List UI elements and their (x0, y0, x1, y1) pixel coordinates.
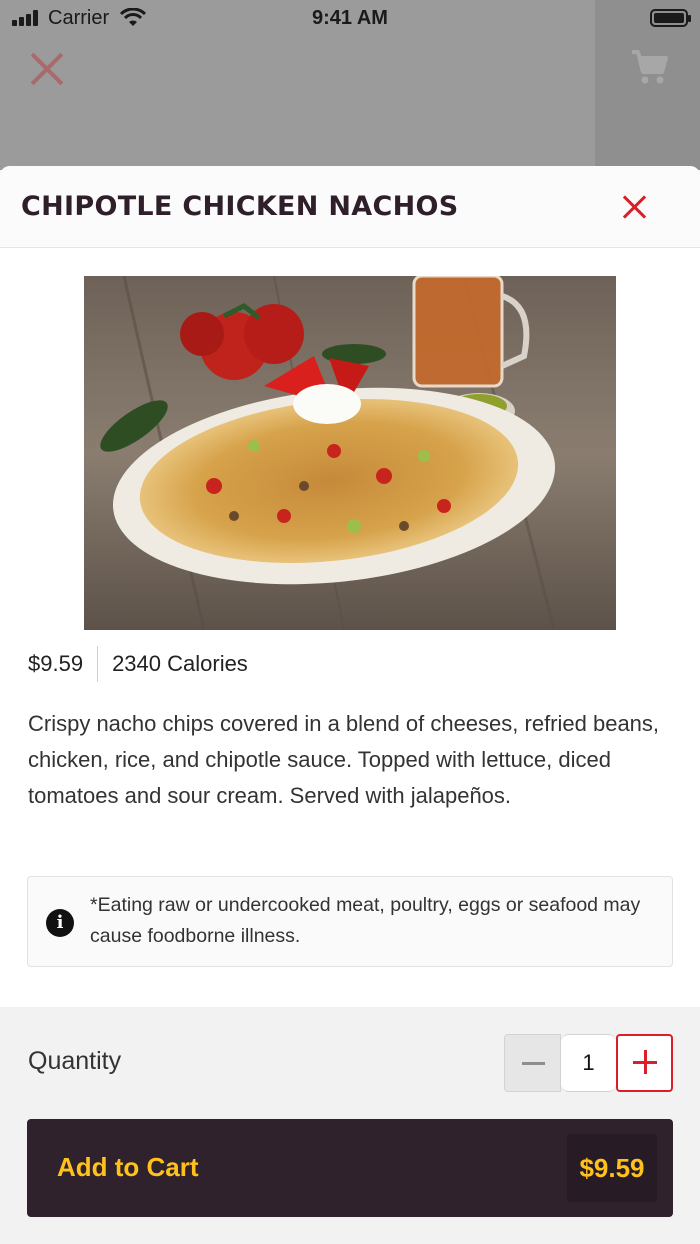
add-to-cart-label: Add to Cart (57, 1152, 199, 1182)
quantity-label: Quantity (28, 1047, 122, 1075)
food-safety-notice: i *Eating raw or undercooked meat, poult… (27, 876, 673, 967)
quantity-stepper: 1 (504, 1034, 673, 1092)
cart-total: $9.59 (567, 1134, 657, 1202)
decrease-quantity-button[interactable] (504, 1034, 561, 1092)
info-icon: i (46, 909, 74, 937)
clock: 9:41 AM (312, 7, 388, 29)
close-icon (28, 50, 66, 88)
order-footer: Quantity 1 Add to Cart $9.59 (0, 1007, 700, 1244)
item-description: Crispy nacho chips covered in a blend of… (28, 711, 660, 808)
status-bar: Carrier 9:41 AM (0, 0, 700, 36)
add-to-cart-button[interactable]: Add to Cart $9.59 (27, 1119, 673, 1217)
close-button[interactable] (620, 192, 650, 222)
nachos-image (84, 276, 616, 630)
price-calories-row: $9.59 2340 Calories (28, 646, 248, 682)
battery-icon (650, 9, 691, 27)
item-price: $9.59 (28, 651, 84, 676)
item-detail-sheet: CHIPOTLE CHICKEN NACHOS $9.59 2340 Calor… (0, 166, 700, 1244)
item-photo (84, 276, 616, 630)
notice-text: *Eating raw or undercooked meat, poultry… (90, 894, 641, 947)
quantity-value: 1 (561, 1034, 616, 1092)
divider (97, 646, 99, 682)
cart-icon (632, 50, 668, 84)
sheet-header: CHIPOTLE CHICKEN NACHOS (0, 166, 700, 248)
increase-quantity-button[interactable] (616, 1034, 673, 1092)
item-calories: 2340 Calories (112, 651, 248, 676)
item-title: CHIPOTLE CHICKEN NACHOS (21, 191, 459, 222)
